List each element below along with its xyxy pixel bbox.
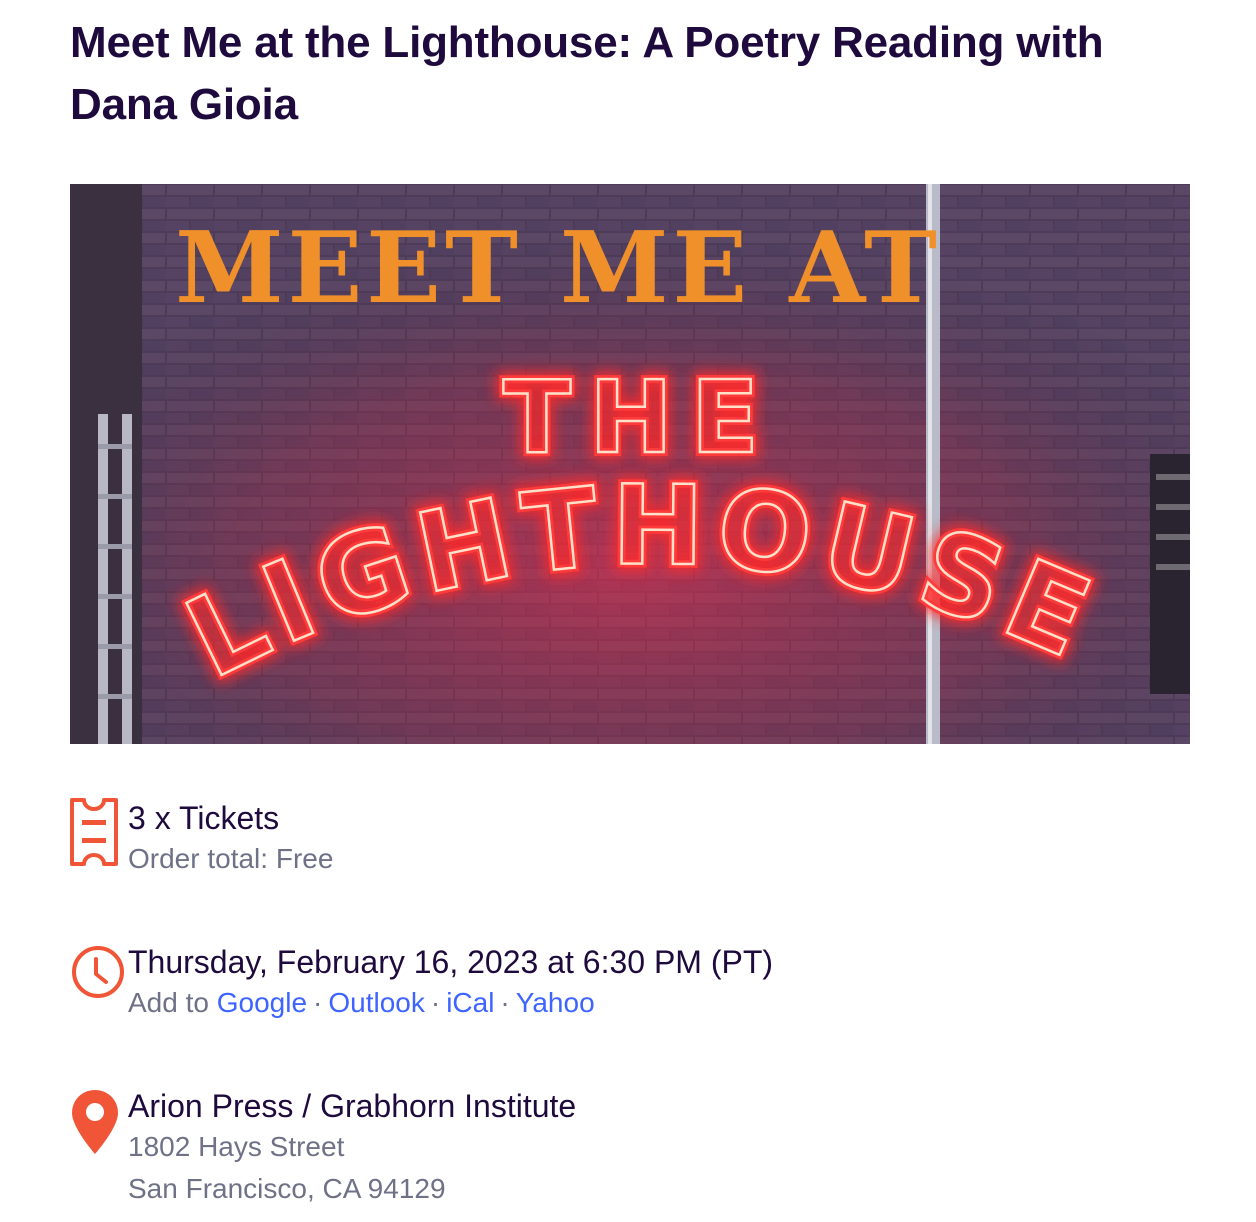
datetime-section: Thursday, February 16, 2023 at 6:30 PM (… xyxy=(70,942,1170,1042)
add-to-ical-link[interactable]: iCal xyxy=(446,987,494,1018)
banner-top-text: MEET ME AT xyxy=(175,211,941,326)
event-datetime: Thursday, February 16, 2023 at 6:30 PM (… xyxy=(128,944,774,980)
tickets-section: 3 x Tickets Order total: Free xyxy=(70,798,1170,898)
tickets-label: 3 x Tickets xyxy=(128,800,280,836)
add-to-prefix: Add to xyxy=(128,987,217,1018)
event-title: Meet Me at the Lighthouse: A Poetry Read… xyxy=(70,18,1104,129)
add-to-outlook-link[interactable]: Outlook xyxy=(328,987,425,1018)
add-to-yahoo-link[interactable]: Yahoo xyxy=(516,987,595,1018)
event-banner-image: MEET ME AT THE THE THE LIGHTHOUSE LIGHTH… xyxy=(70,184,1190,744)
add-to-google-link[interactable]: Google xyxy=(217,987,307,1018)
venue-city: San Francisco, CA 94129 xyxy=(128,1173,446,1204)
ticket-icon xyxy=(70,798,118,871)
separator-dot: · xyxy=(313,987,323,1018)
separator-dot: · xyxy=(430,987,441,1018)
add-to-calendar: Add to Google · Outlook · iCal · Yahoo xyxy=(128,982,1168,1024)
location-section: Arion Press / Grabhorn Institute 1802 Ha… xyxy=(70,1086,1170,1216)
map-pin-icon xyxy=(70,1088,120,1161)
venue-name: Arion Press / Grabhorn Institute xyxy=(128,1088,577,1124)
order-total: Order total: Free xyxy=(128,843,334,874)
venue-street: 1802 Hays Street xyxy=(128,1131,345,1162)
clock-icon xyxy=(70,944,126,1005)
neon-core-the: THE xyxy=(503,359,777,476)
separator-dot: · xyxy=(500,987,510,1018)
